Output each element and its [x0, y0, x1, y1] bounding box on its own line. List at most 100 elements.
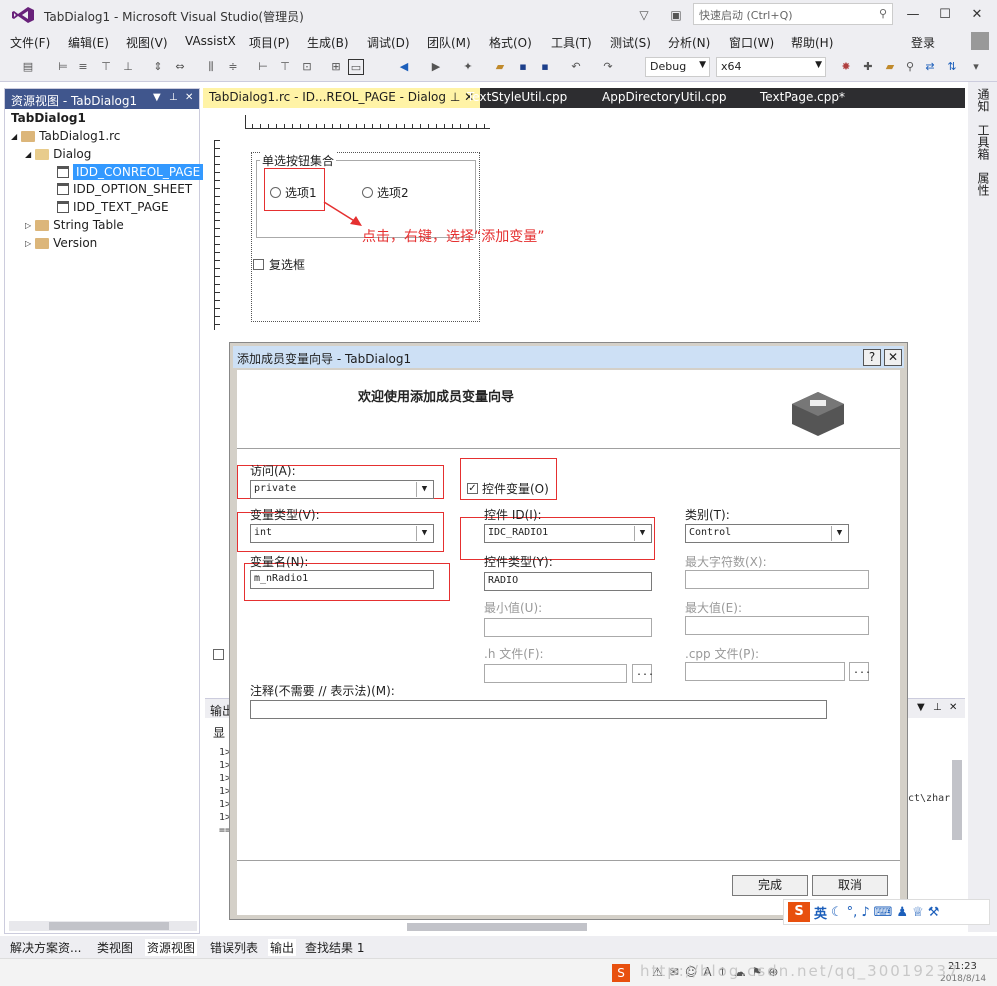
menu-item[interactable]: 分析(N)	[668, 34, 710, 51]
va-open-icon[interactable]: ▰	[882, 59, 898, 75]
access-select[interactable]: private ▼	[250, 480, 434, 499]
tree-node-string-table[interactable]: ▷ String Table	[25, 218, 124, 232]
maximize-button[interactable]: ☐	[930, 5, 960, 25]
new-project-icon[interactable]: ✦	[460, 59, 476, 75]
tree-node-dialog[interactable]: ◢ Dialog	[25, 147, 91, 161]
va-tool2-icon[interactable]: ✚	[860, 59, 876, 75]
menu-item[interactable]: 编辑(E)	[68, 34, 109, 51]
account-avatar-icon[interactable]	[971, 32, 989, 50]
tree-node-version[interactable]: ▷ Version	[25, 236, 97, 250]
checkbox-control[interactable]: 复选框	[253, 256, 305, 273]
align-bottom-icon[interactable]: ⊥	[120, 59, 136, 75]
tab-resource-view[interactable]: 资源视图	[145, 939, 198, 956]
pin-icon[interactable]: ⊥	[933, 702, 942, 713]
panel-close-icon[interactable]: ✕	[185, 92, 193, 103]
min-value-input[interactable]	[484, 618, 652, 637]
h-file-browse-button[interactable]: ...	[632, 664, 654, 683]
open-file-icon[interactable]: ▰	[492, 59, 508, 75]
configuration-select[interactable]: Debug ▼	[645, 57, 710, 77]
chevron-down-icon[interactable]: ▼	[416, 482, 432, 497]
menu-item[interactable]: 窗口(W)	[729, 34, 774, 51]
control-variable-checkbox[interactable]: ✓ 控件变量(O)	[467, 480, 549, 497]
tab-class-view[interactable]: 类视图	[97, 939, 133, 956]
va-refactor-icon[interactable]: ⇅	[944, 59, 960, 75]
undo-icon[interactable]: ↶	[568, 59, 584, 75]
space-across-icon[interactable]: ⫼	[203, 59, 219, 75]
tree-node-idd-conreol-page[interactable]: IDD_CONREOL_PAGE	[57, 164, 204, 180]
max-chars-input[interactable]	[685, 570, 869, 589]
horizontal-scrollbar[interactable]	[9, 921, 197, 931]
menu-item[interactable]: 工具(T)	[551, 34, 592, 51]
menu-item[interactable]: 视图(V)	[126, 34, 168, 51]
radio-option2[interactable]: 选项2	[362, 184, 409, 201]
user-icon[interactable]: ♟	[896, 905, 908, 920]
moon-icon[interactable]: ☾	[831, 905, 843, 920]
va-find-icon[interactable]: ⚲	[902, 59, 918, 75]
align-top-icon[interactable]: ⊤	[98, 59, 114, 75]
filter-icon[interactable]: ▽	[634, 5, 654, 25]
toggle-grid-icon[interactable]: ⊞	[328, 59, 344, 75]
output-scrollbar[interactable]	[952, 760, 962, 840]
save-icon[interactable]: ▪	[515, 59, 531, 75]
tab-solution-explorer[interactable]: 解决方案资...	[10, 939, 81, 956]
cpp-file-browse-button[interactable]: ...	[849, 662, 871, 681]
sogou-tray-icon[interactable]: S	[612, 964, 630, 982]
va-tool-icon[interactable]: ✸	[838, 59, 854, 75]
tab-textstyleutil[interactable]: TextStyleUtil.cpp	[467, 90, 567, 104]
finish-button[interactable]: 完成	[732, 875, 808, 896]
platform-select[interactable]: x64 ▼	[716, 57, 826, 77]
designer-selection-handle[interactable]	[213, 649, 224, 660]
notifications-tab[interactable]: 通知	[975, 88, 992, 112]
tree-node-idd-text-page[interactable]: IDD_TEXT_PAGE	[57, 200, 169, 214]
expand-arrow-icon[interactable]: ◢	[11, 132, 17, 141]
collapse-arrow-icon[interactable]: ▷	[25, 221, 31, 230]
keyboard-icon[interactable]: ⌨	[874, 905, 893, 920]
h-file-input[interactable]	[484, 664, 627, 683]
tab-output[interactable]: 输出	[268, 939, 297, 956]
comment-input[interactable]	[250, 700, 827, 719]
menu-item[interactable]: 格式(O)	[489, 34, 532, 51]
center-vertical-icon[interactable]: ⇕	[150, 59, 166, 75]
collapse-arrow-icon[interactable]: ▷	[25, 239, 31, 248]
minimize-button[interactable]: —	[898, 5, 928, 25]
panel-dropdown-icon[interactable]: ▼	[917, 702, 925, 713]
space-down-icon[interactable]: ≑	[225, 59, 241, 75]
tree-node-rc[interactable]: ◢ TabDialog1.rc	[11, 129, 120, 143]
tab-error-list[interactable]: 错误列表	[210, 939, 258, 956]
menu-item[interactable]: 文件(F)	[10, 34, 50, 51]
toolbar-overflow-icon[interactable]: ▾	[968, 59, 984, 75]
cancel-button[interactable]: 取消	[812, 875, 888, 896]
sign-in-link[interactable]: 登录	[911, 34, 935, 51]
chevron-down-icon[interactable]: ▼	[416, 526, 432, 541]
close-button[interactable]: ✕	[962, 5, 992, 25]
chevron-down-icon[interactable]: ▼	[831, 526, 847, 541]
navigate-back-icon[interactable]: ◀	[396, 59, 412, 75]
tab-appdirectoryutil[interactable]: AppDirectoryUtil.cpp	[602, 90, 727, 104]
menu-item[interactable]: 调试(D)	[367, 34, 410, 51]
menu-item[interactable]: 生成(B)	[307, 34, 349, 51]
align-center-icon[interactable]: ≡	[75, 59, 91, 75]
cpp-file-input[interactable]	[685, 662, 845, 681]
var-type-select[interactable]: int ▼	[250, 524, 434, 543]
wrench-icon[interactable]: ⚒	[928, 905, 940, 920]
quick-launch-input[interactable]: 快速启动 (Ctrl+Q) ⚲	[693, 3, 893, 25]
menu-item[interactable]: 项目(P)	[249, 34, 290, 51]
pin-icon[interactable]: ⊥	[169, 92, 178, 103]
toolbox-tab[interactable]: 工具箱	[975, 124, 992, 160]
max-value-input[interactable]	[685, 616, 869, 635]
ime-language-toggle[interactable]: 英	[814, 903, 827, 922]
menu-item[interactable]: 团队(M)	[427, 34, 471, 51]
help-button[interactable]: ?	[863, 349, 881, 366]
center-horizontal-icon[interactable]: ⇔	[172, 59, 188, 75]
align-left-icon[interactable]: ⊨	[55, 59, 71, 75]
va-goto-icon[interactable]: ⇄	[922, 59, 938, 75]
dialog-close-button[interactable]: ✕	[884, 349, 902, 366]
make-same-width-icon[interactable]: ⊢	[255, 59, 271, 75]
pin-icon[interactable]: ⊥	[450, 90, 460, 104]
sogou-logo-icon[interactable]: S	[788, 902, 810, 922]
tree-node-solution[interactable]: TabDialog1	[11, 111, 86, 125]
menu-item[interactable]: 测试(S)	[610, 34, 651, 51]
var-name-input[interactable]: m_nRadio1	[250, 570, 434, 589]
properties-tab[interactable]: 属性	[975, 172, 992, 196]
radio-option1[interactable]: 选项1	[270, 184, 317, 201]
